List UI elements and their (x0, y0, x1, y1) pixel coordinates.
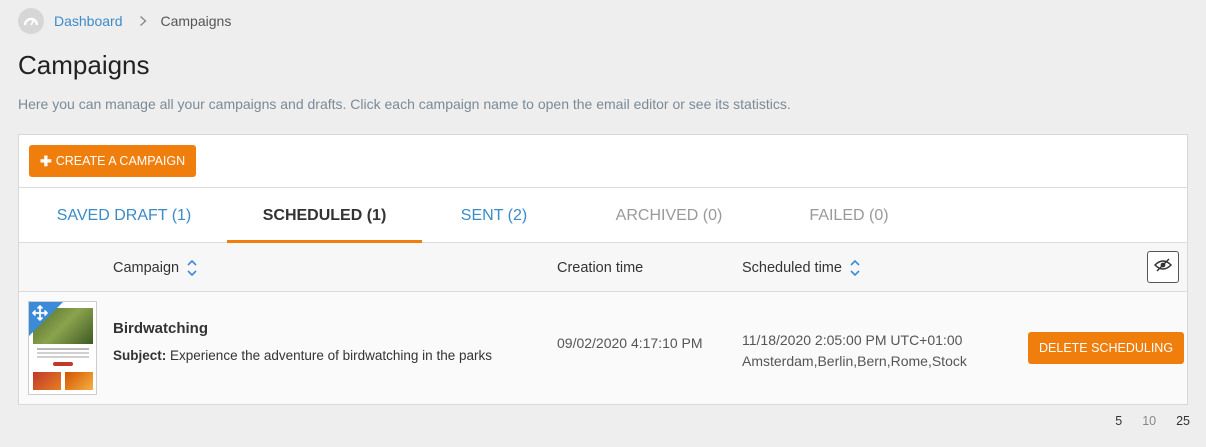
column-creation-time: Creation time (557, 259, 644, 276)
move-icon[interactable] (31, 304, 49, 326)
scheduled-timezones: Amsterdam,Berlin,Bern,Rome,Stock (742, 353, 967, 369)
eye-slash-icon (1153, 257, 1173, 277)
sort-icon[interactable] (187, 259, 197, 277)
column-campaign-label: Campaign (113, 259, 180, 276)
sort-icon[interactable] (850, 259, 860, 277)
tab-failed[interactable]: FAILED (0) (774, 188, 924, 243)
column-scheduled-label: Scheduled time (742, 259, 842, 276)
thumbnail-button (53, 362, 73, 366)
delete-scheduling-button[interactable]: DELETE SCHEDULING (1028, 332, 1185, 364)
chevron-right-icon (139, 15, 147, 27)
tab-sent[interactable]: SENT (2) (439, 188, 549, 243)
plus-icon: ✚ (40, 152, 52, 169)
breadcrumb-current: Campaigns (160, 13, 232, 29)
page-size-10[interactable]: 10 (1142, 414, 1156, 428)
thumbnail-image (65, 372, 93, 390)
create-campaign-button[interactable]: ✚ CREATE A CAMPAIGN (29, 145, 197, 177)
toolbar: ✚ CREATE A CAMPAIGN (19, 135, 1187, 188)
campaign-name-link[interactable]: Birdwatching (113, 320, 208, 337)
scheduled-datetime: 11/18/2020 2:05:00 PM UTC+01:00 (742, 332, 963, 348)
page-size-5[interactable]: 5 (1115, 414, 1122, 428)
campaigns-panel: ✚ CREATE A CAMPAIGN SAVED DRAFT (1) SCHE… (18, 134, 1188, 405)
column-visibility-button[interactable] (1147, 251, 1179, 283)
table-header: Campaign Creation time Scheduled time (19, 243, 1187, 292)
table-row: Birdwatching Subject: Experience the adv… (19, 292, 1187, 404)
breadcrumb-dashboard-link[interactable]: Dashboard (54, 13, 123, 29)
breadcrumb: Dashboard Campaigns (18, 8, 231, 34)
tab-archived[interactable]: ARCHIVED (0) (589, 188, 749, 243)
scheduled-time: 11/18/2020 2:05:00 PM UTC+01:00 Amsterda… (742, 330, 967, 372)
subject-text: Experience the adventure of birdwatching… (170, 348, 492, 363)
thumbnail-image (33, 372, 61, 390)
tab-saved-draft[interactable]: SAVED DRAFT (1) (39, 188, 209, 243)
page-size-25[interactable]: 25 (1176, 414, 1190, 428)
column-campaign[interactable]: Campaign (113, 243, 197, 292)
column-scheduled-time[interactable]: Scheduled time (742, 243, 860, 292)
tab-bar: SAVED DRAFT (1) SCHEDULED (1) SENT (2) A… (19, 188, 1187, 244)
subject-label: Subject: (113, 348, 167, 363)
dashboard-gauge-icon[interactable] (18, 8, 44, 34)
campaign-subject: Subject: Experience the adventure of bir… (113, 348, 492, 363)
thumbnail-text (37, 348, 89, 350)
creation-time: 09/02/2020 4:17:10 PM (557, 335, 703, 351)
page-title: Campaigns (18, 50, 150, 80)
page-size-selector: 5 10 25 (1115, 414, 1190, 428)
page-description: Here you can manage all your campaigns a… (18, 96, 791, 112)
campaign-thumbnail[interactable] (28, 301, 97, 395)
create-campaign-label: CREATE A CAMPAIGN (55, 154, 186, 168)
tab-scheduled[interactable]: SCHEDULED (1) (227, 188, 422, 244)
